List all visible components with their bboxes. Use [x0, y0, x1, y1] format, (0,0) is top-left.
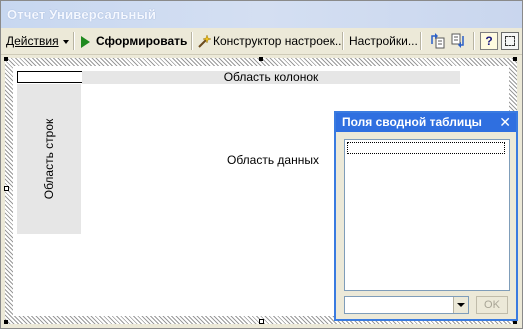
area-select[interactable]: [344, 296, 469, 314]
settings-label: Настройки...: [349, 34, 418, 48]
restore-values-icon[interactable]: [428, 32, 446, 50]
resize-handle[interactable]: [259, 319, 264, 324]
play-icon: [81, 35, 90, 48]
pivot-panel-title: Поля сводной таблицы: [342, 115, 482, 129]
toolbar: Действия Сформировать Конструктор настро…: [1, 28, 522, 55]
ok-button[interactable]: OK: [476, 296, 508, 314]
toolbar-separator: [73, 32, 75, 50]
rows-area[interactable]: Область строк: [17, 84, 81, 234]
pivot-fields-panel: Поля сводной таблицы ✕ OK: [334, 111, 518, 321]
select-area-button[interactable]: [501, 32, 519, 50]
rows-area-label: Область строк: [42, 118, 56, 200]
actions-menu-label: Действия: [6, 34, 59, 48]
settings-constructor-label: Конструктор настроек...: [213, 34, 345, 48]
toolbar-separator: [342, 32, 344, 50]
resize-handle[interactable]: [4, 320, 8, 324]
toolbar-separator: [420, 32, 422, 50]
report-window: Отчет Универсальный Действия Сформироват…: [0, 0, 523, 329]
list-item[interactable]: [347, 142, 505, 154]
selection-icon: [505, 36, 515, 46]
data-area-label[interactable]: Область данных: [227, 153, 319, 167]
help-button[interactable]: ?: [480, 32, 498, 50]
resize-handle[interactable]: [513, 57, 517, 61]
save-values-icon[interactable]: [450, 32, 468, 50]
selected-cell[interactable]: [17, 71, 83, 83]
pivot-panel-titlebar[interactable]: Поля сводной таблицы ✕: [336, 113, 516, 132]
pivot-fields-list[interactable]: [344, 139, 510, 291]
generate-button[interactable]: Сформировать: [81, 32, 187, 50]
dropdown-button[interactable]: [453, 297, 468, 313]
magic-wand-icon: [198, 34, 211, 48]
toolbar-separator: [473, 32, 475, 50]
window-title: Отчет Универсальный: [7, 7, 157, 22]
resize-handle[interactable]: [4, 57, 8, 61]
settings-button[interactable]: Настройки...: [349, 32, 418, 50]
close-icon[interactable]: ✕: [499, 113, 511, 132]
resize-handle[interactable]: [259, 57, 263, 61]
resize-handle[interactable]: [4, 186, 9, 191]
generate-label: Сформировать: [96, 34, 188, 48]
title-bar[interactable]: Отчет Универсальный: [1, 1, 522, 28]
settings-constructor-button[interactable]: Конструктор настроек...: [197, 32, 345, 50]
columns-area[interactable]: Область колонок: [82, 71, 460, 84]
toolbar-separator: [191, 32, 193, 50]
chevron-down-icon: [62, 39, 69, 44]
chevron-down-icon: [457, 303, 465, 307]
actions-menu-button[interactable]: Действия: [6, 32, 69, 50]
